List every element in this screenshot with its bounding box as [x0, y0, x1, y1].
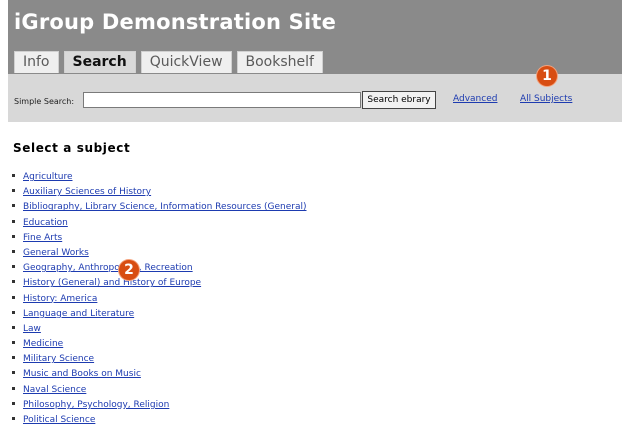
list-item: Language and Literature: [11, 307, 307, 322]
tab-quickview[interactable]: QuickView: [140, 51, 232, 73]
list-item: General Works: [11, 246, 307, 261]
list-item: Naval Science: [11, 383, 307, 398]
subject-link-philosophy[interactable]: Philosophy, Psychology, Religion: [23, 400, 169, 410]
subject-link-law[interactable]: Law: [23, 324, 41, 334]
subject-link-bibliography[interactable]: Bibliography, Library Science, Informati…: [23, 202, 307, 212]
list-item: Philosophy, Psychology, Religion: [11, 398, 307, 413]
site-title: iGroup Demonstration Site: [14, 10, 337, 34]
bullet-icon: [12, 356, 15, 360]
tab-bar: Info Search QuickView Bookshelf: [14, 51, 323, 74]
subject-link-music[interactable]: Music and Books on Music: [23, 369, 141, 379]
site-header: iGroup Demonstration Site Info Search Qu…: [8, 0, 622, 74]
tab-info[interactable]: Info: [14, 51, 59, 73]
list-item: Law: [11, 322, 307, 337]
subject-link-naval-science[interactable]: Naval Science: [23, 385, 86, 395]
bullet-icon: [12, 234, 15, 238]
bullet-icon: [12, 204, 15, 208]
annotation-badge-1: 1: [537, 66, 557, 86]
list-item: Education: [11, 216, 307, 231]
bullet-icon: [12, 265, 15, 269]
bullet-icon: [12, 325, 15, 329]
list-item: Political Science: [11, 413, 307, 428]
list-item: Fine Arts: [11, 231, 307, 246]
list-item: Agriculture: [11, 170, 307, 185]
subject-link-agriculture[interactable]: Agriculture: [23, 172, 73, 182]
subject-link-auxiliary-sciences-of-history[interactable]: Auxiliary Sciences of History: [23, 187, 151, 197]
list-item: Music and Books on Music: [11, 367, 307, 382]
advanced-search-link[interactable]: Advanced: [453, 94, 497, 104]
bullet-icon: [12, 371, 15, 375]
search-input[interactable]: [83, 92, 361, 108]
bullet-icon: [12, 280, 15, 284]
search-bar: Simple Search: Search ebrary Advanced Al…: [8, 74, 622, 122]
list-item: Military Science: [11, 352, 307, 367]
list-item: History (General) and History of Europe: [11, 276, 307, 291]
subject-link-geography[interactable]: Geography, Anthropology, Recreation: [23, 263, 193, 273]
tab-bookshelf[interactable]: Bookshelf: [236, 51, 323, 73]
all-subjects-link[interactable]: All Subjects: [520, 94, 572, 104]
bullet-icon: [12, 219, 15, 223]
bullet-icon: [12, 249, 15, 253]
bullet-icon: [12, 189, 15, 193]
subject-link-fine-arts[interactable]: Fine Arts: [23, 233, 62, 243]
subject-link-language-literature[interactable]: Language and Literature: [23, 309, 134, 319]
subject-link-history-europe[interactable]: History (General) and History of Europe: [23, 278, 201, 288]
bullet-icon: [12, 386, 15, 390]
bullet-icon: [12, 401, 15, 405]
annotation-badge-2: 2: [119, 260, 139, 280]
search-label: Simple Search:: [14, 97, 75, 106]
subject-link-military-science[interactable]: Military Science: [23, 354, 94, 364]
tab-search[interactable]: Search: [63, 51, 136, 73]
list-item: Bibliography, Library Science, Informati…: [11, 200, 307, 215]
page-title: Select a subject: [13, 141, 131, 155]
list-item: Geography, Anthropology, Recreation: [11, 261, 307, 276]
bullet-icon: [12, 417, 15, 420]
list-item: Auxiliary Sciences of History: [11, 185, 307, 200]
list-item: History: America: [11, 292, 307, 307]
subject-link-medicine[interactable]: Medicine: [23, 339, 63, 349]
subject-link-general-works[interactable]: General Works: [23, 248, 89, 258]
search-ebrary-button[interactable]: Search ebrary: [362, 91, 436, 109]
subject-link-political-science[interactable]: Political Science: [23, 415, 95, 425]
subject-list: Agriculture Auxiliary Sciences of Histor…: [11, 170, 307, 428]
bullet-icon: [12, 310, 15, 314]
subject-link-history-america[interactable]: History: America: [23, 294, 97, 304]
bullet-icon: [12, 295, 15, 299]
bullet-icon: [12, 341, 15, 345]
list-item: Medicine: [11, 337, 307, 352]
subject-link-education[interactable]: Education: [23, 218, 68, 228]
bullet-icon: [12, 174, 15, 177]
